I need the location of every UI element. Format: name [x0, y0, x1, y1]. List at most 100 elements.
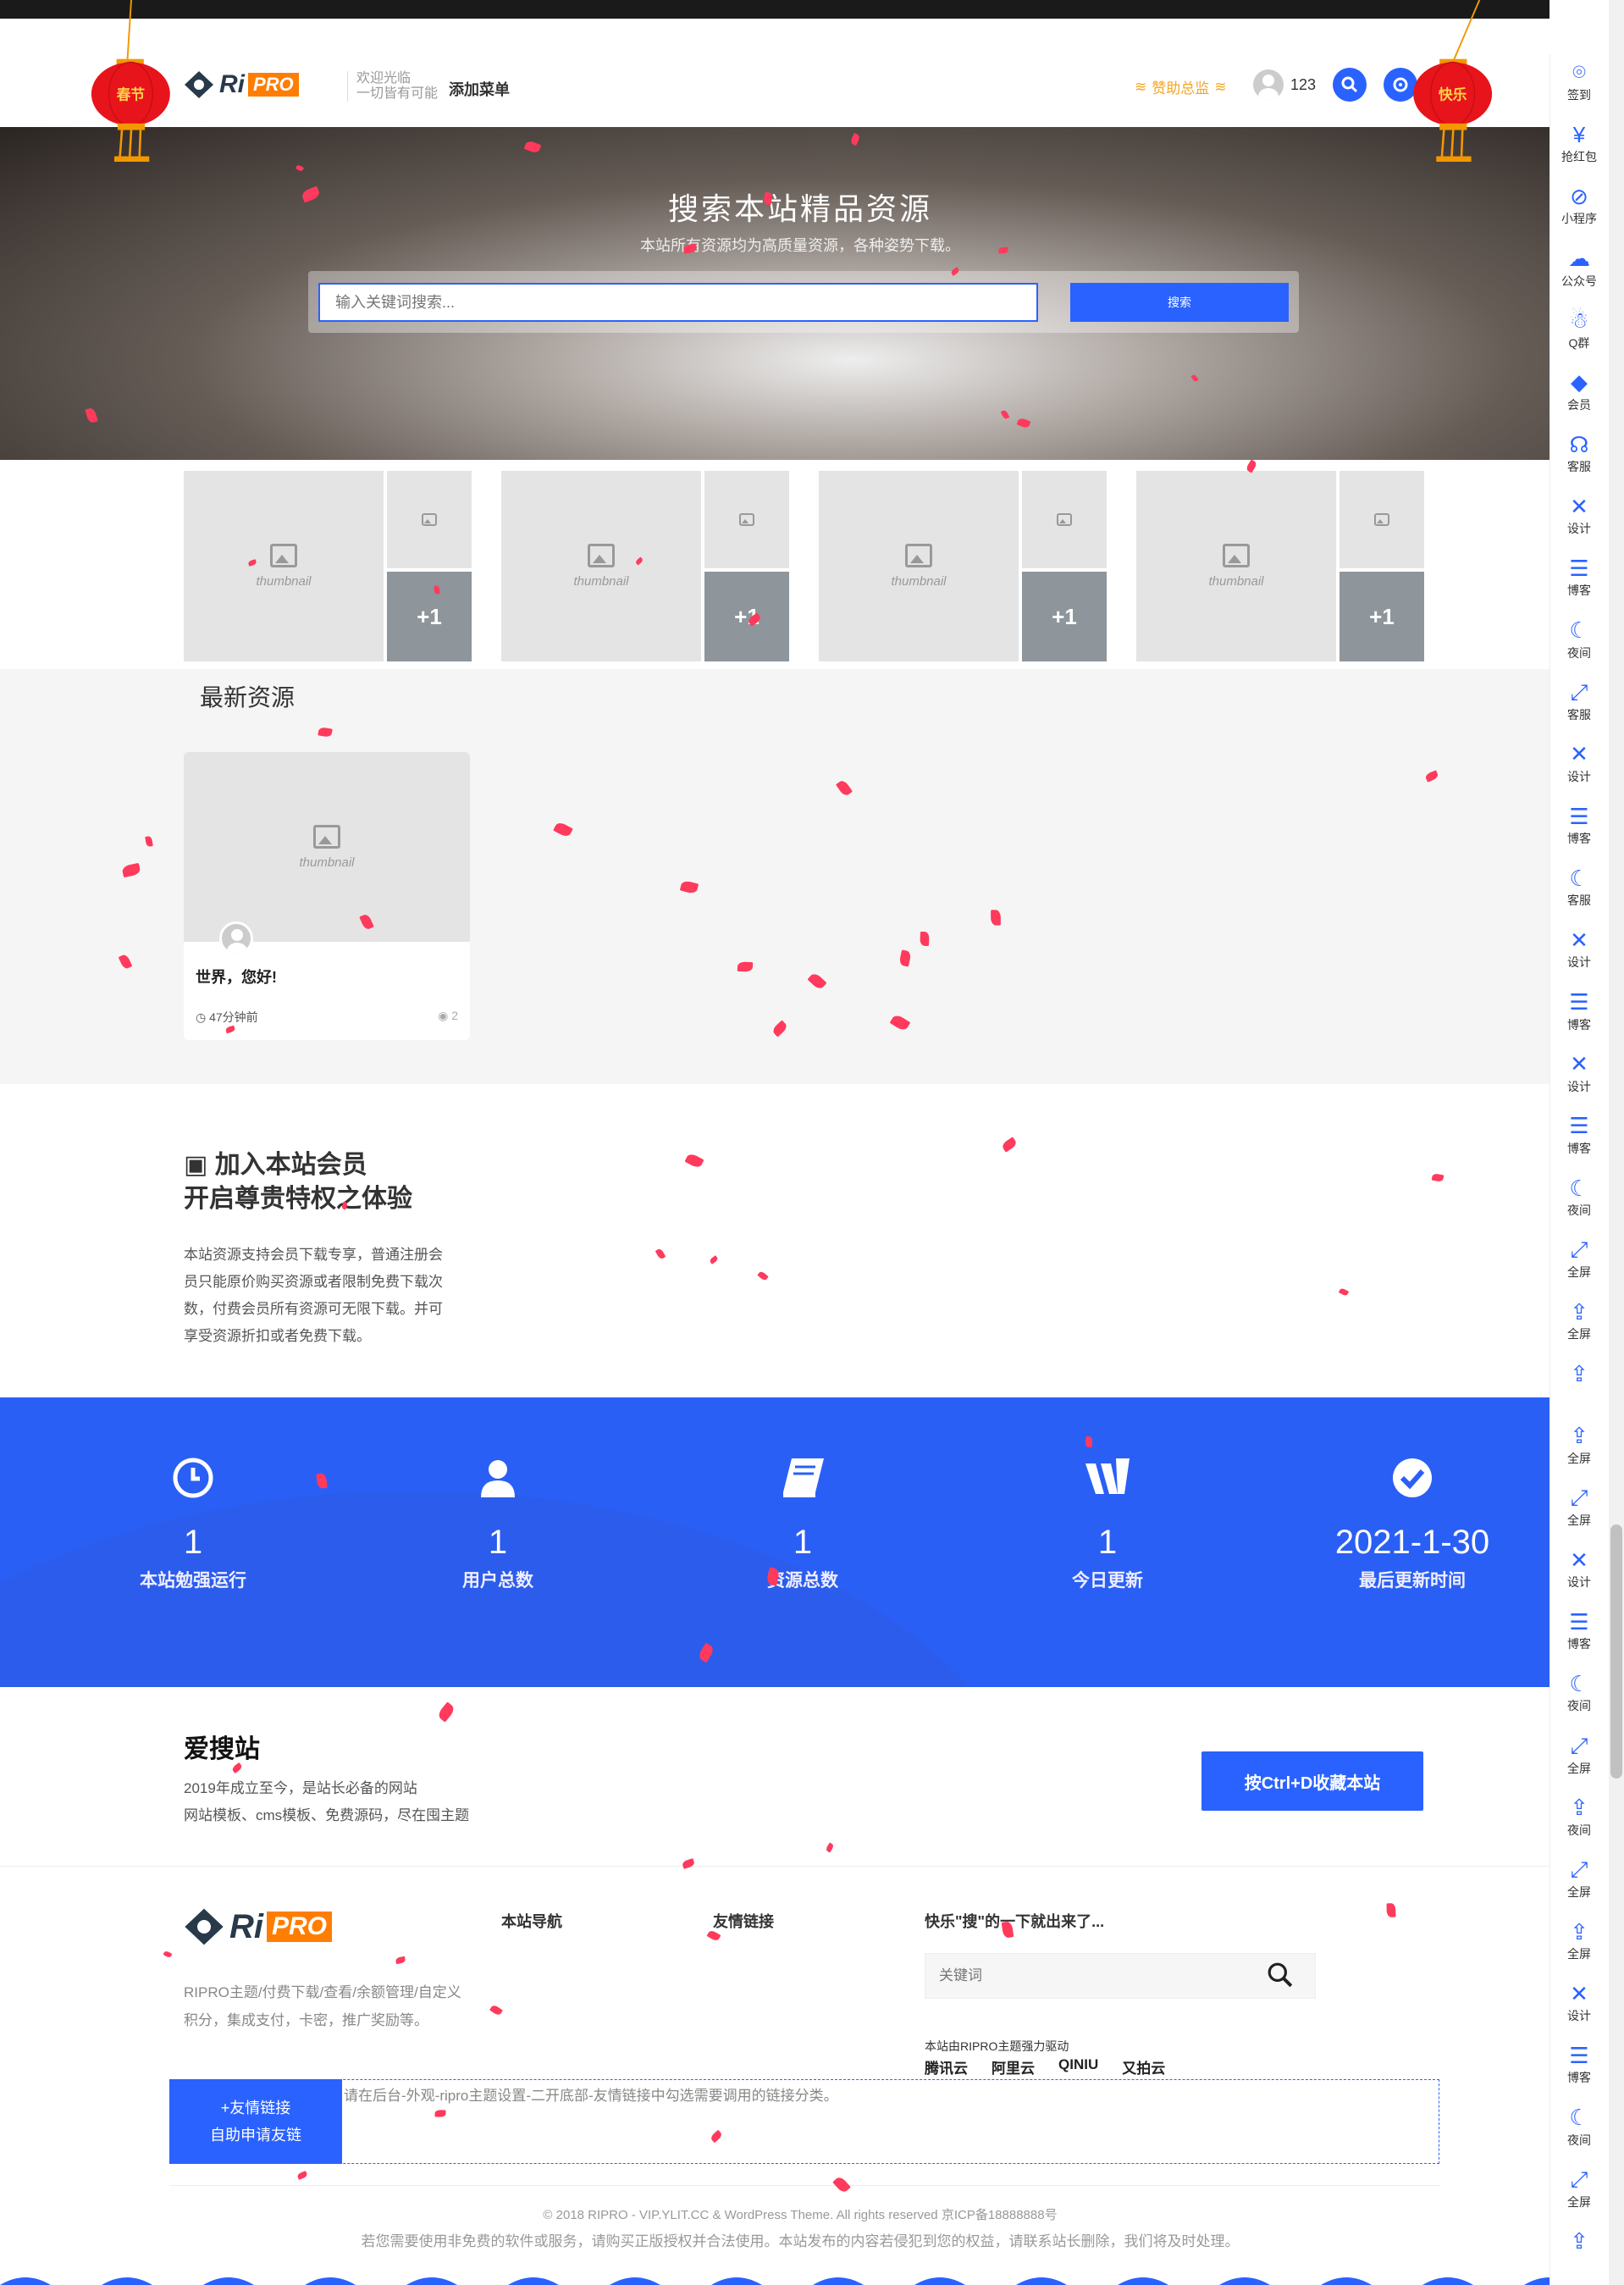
site-logo[interactable]: Ri PRO: [184, 70, 299, 99]
sidebar-item[interactable]: ✕ 设计: [1549, 927, 1609, 971]
sidebar-item-label: 抢红包: [1561, 150, 1597, 164]
sidebar-item[interactable]: ⤢ 全屏: [1549, 1485, 1609, 1529]
sidebar-item[interactable]: ⊘ 小程序: [1549, 183, 1609, 227]
stat-label: 资源总数: [767, 1571, 838, 1591]
petal: [1001, 1137, 1019, 1153]
sidebar-item[interactable]: ✕ 设计: [1549, 1546, 1609, 1591]
footer-logo[interactable]: Ri PRO: [184, 1907, 333, 1946]
friend-btn-line2: 自助申请友链: [210, 2127, 301, 2144]
rocket-icon: ⇪: [1570, 1423, 1588, 1449]
sidebar-item[interactable]: ☰ 博客: [1549, 1113, 1609, 1157]
sidebar-item[interactable]: ¥ 抢红包: [1549, 121, 1609, 165]
sidebar-item[interactable]: ☾ 夜间: [1549, 1175, 1609, 1219]
sidebar-item[interactable]: ✕ 设计: [1549, 493, 1609, 537]
sidebar-item-label: 客服: [1567, 894, 1591, 908]
petal: [296, 2171, 308, 2180]
welcome-line2: 一切皆有可能: [356, 86, 439, 101]
hero-search-button[interactable]: 搜索: [1070, 283, 1289, 322]
sidebar-item[interactable]: ☾ 夜间: [1549, 2105, 1609, 2149]
sidebar-item[interactable]: ☾ 客服: [1549, 865, 1609, 909]
petal: [395, 1956, 406, 1965]
sidebar-item-label: 全屏: [1567, 1513, 1591, 1527]
sidebar-item-label: 公众号: [1561, 274, 1597, 288]
wing-right-icon: ≋: [1214, 78, 1227, 95]
post-card[interactable]: thumbnail 世界，您好! ◷ 47分钟前 ◉ 2: [184, 752, 470, 1040]
welcome-text: 欢迎光临 一切皆有可能: [347, 71, 438, 102]
sidebar-item[interactable]: ☃ Q群: [1549, 307, 1609, 351]
sidebar-item[interactable]: ☁ 公众号: [1549, 246, 1609, 290]
featured-card[interactable]: thumbnail +1: [1136, 471, 1424, 661]
bookmark-button[interactable]: 按Ctrl+D收藏本站: [1201, 1751, 1423, 1811]
moon-icon: ☾: [1569, 1175, 1589, 1201]
lantern-left-text: 春节: [117, 86, 146, 102]
sidebar-item-label: 签到: [1567, 88, 1591, 102]
sidebar-item-label: 博客: [1567, 1141, 1591, 1155]
footer-waves: [0, 2277, 1549, 2285]
footer-search-input[interactable]: [925, 1953, 1316, 1999]
scrollbar[interactable]: [1609, 0, 1624, 2285]
sidebar-item[interactable]: ⤢ 全屏: [1549, 1856, 1609, 1900]
disclaimer: 若您需要使用非免费的软件或服务，请购买正版授权并合法使用。本站发布的内容若侵犯到…: [361, 2233, 1240, 2249]
rocket-icon: ⇪: [1570, 2228, 1588, 2255]
sidebar-item[interactable]: ✕ 设计: [1549, 741, 1609, 785]
sidebar-item[interactable]: ☊ 客服: [1549, 431, 1609, 475]
post-meta: ◷ 47分钟前 ◉ 2: [196, 1009, 458, 1026]
sidebar-item[interactable]: ☰ 博客: [1549, 989, 1609, 1033]
sidebar-item[interactable]: ◆ 会员: [1549, 369, 1609, 413]
sidebar-item[interactable]: ☰ 博客: [1549, 2042, 1609, 2086]
sidebar-item[interactable]: ☰ 博客: [1549, 1608, 1609, 1652]
sponsor-badge[interactable]: ≋ 赞助总监 ≋: [1135, 76, 1227, 97]
add-menu-link[interactable]: 添加菜单: [449, 78, 510, 100]
blog-icon: ☰: [1569, 803, 1589, 829]
top-bar: [0, 0, 1549, 19]
author-avatar[interactable]: [219, 921, 253, 955]
sidebar-item[interactable]: ⌾ 签到: [1549, 59, 1609, 103]
sidebar-item-label: 博客: [1567, 2071, 1591, 2085]
sidebar-item[interactable]: ⤢ 客服: [1549, 679, 1609, 723]
partner-aliyun[interactable]: 阿里云: [992, 2056, 1035, 2078]
site-description: 2019年成立至今，是站长必备的网站 网站模板、cms模板、免费源码，尽在囤主题: [184, 1775, 469, 1829]
sidebar-item[interactable]: ☾ 夜间: [1549, 617, 1609, 661]
petal: [708, 1255, 719, 1265]
sidebar-item[interactable]: ✕ 设计: [1549, 1051, 1609, 1095]
scrollbar-thumb[interactable]: [1610, 1524, 1622, 1779]
sidebar-item[interactable]: ⤢ 全屏: [1549, 1733, 1609, 1777]
sidebar-item-label: 全屏: [1567, 1327, 1591, 1342]
partner-qiniu[interactable]: QINIU: [1058, 2056, 1098, 2078]
sidebar-item[interactable]: ☾ 夜间: [1549, 1670, 1609, 1714]
sidebar-item[interactable]: ⇪ 夜间: [1549, 1795, 1609, 1839]
sidebar-item[interactable]: ⇪: [1549, 1361, 1609, 1388]
sidebar-item[interactable]: ⇪ 全屏: [1549, 1423, 1609, 1467]
featured-card[interactable]: thumbnail +1: [184, 471, 472, 661]
featured-card[interactable]: thumbnail +1: [819, 471, 1107, 661]
petal: [655, 1248, 666, 1260]
partner-upyun[interactable]: 又拍云: [1122, 2056, 1165, 2078]
search-icon[interactable]: [1267, 1961, 1294, 1995]
sidebar-item[interactable]: ✕ 设计: [1549, 1980, 1609, 2024]
post-title[interactable]: 世界，您好!: [196, 965, 277, 988]
welcome-line1: 欢迎光临: [356, 71, 412, 86]
sidebar-item[interactable]: ⇪ 全屏: [1549, 1918, 1609, 1962]
petal: [435, 1701, 456, 1723]
sidebar-item[interactable]: ⇪ 全屏: [1549, 1298, 1609, 1342]
sidebar-item[interactable]: ⇪: [1549, 2228, 1609, 2255]
search-icon: [1341, 76, 1358, 93]
card-thumbnail: thumbnail: [501, 471, 701, 661]
petal: [920, 932, 930, 947]
petal: [1431, 1173, 1444, 1183]
friend-link-apply-button[interactable]: +友情链接 自助申请友链: [169, 2079, 342, 2164]
sidebar-item[interactable]: ☰ 博客: [1549, 555, 1609, 599]
wechat-icon: ☁: [1568, 246, 1590, 271]
hero-search-input[interactable]: [318, 283, 1038, 322]
petal: [489, 2004, 504, 2017]
stat-item: 1 今日更新: [1006, 1452, 1209, 1592]
sidebar-item[interactable]: ⤢ 全屏: [1549, 2166, 1609, 2210]
stat-value: 1: [488, 1524, 508, 1561]
sidebar-item[interactable]: ⤢ 全屏: [1549, 1237, 1609, 1281]
featured-card[interactable]: thumbnail +1: [501, 471, 789, 661]
sidebar-item[interactable]: ☰ 博客: [1549, 803, 1609, 847]
rocket-icon: ⇪: [1570, 1361, 1588, 1386]
blog-icon: ☰: [1569, 1113, 1589, 1139]
search-button[interactable]: [1333, 68, 1367, 102]
partner-tencent[interactable]: 腾讯云: [925, 2056, 968, 2078]
